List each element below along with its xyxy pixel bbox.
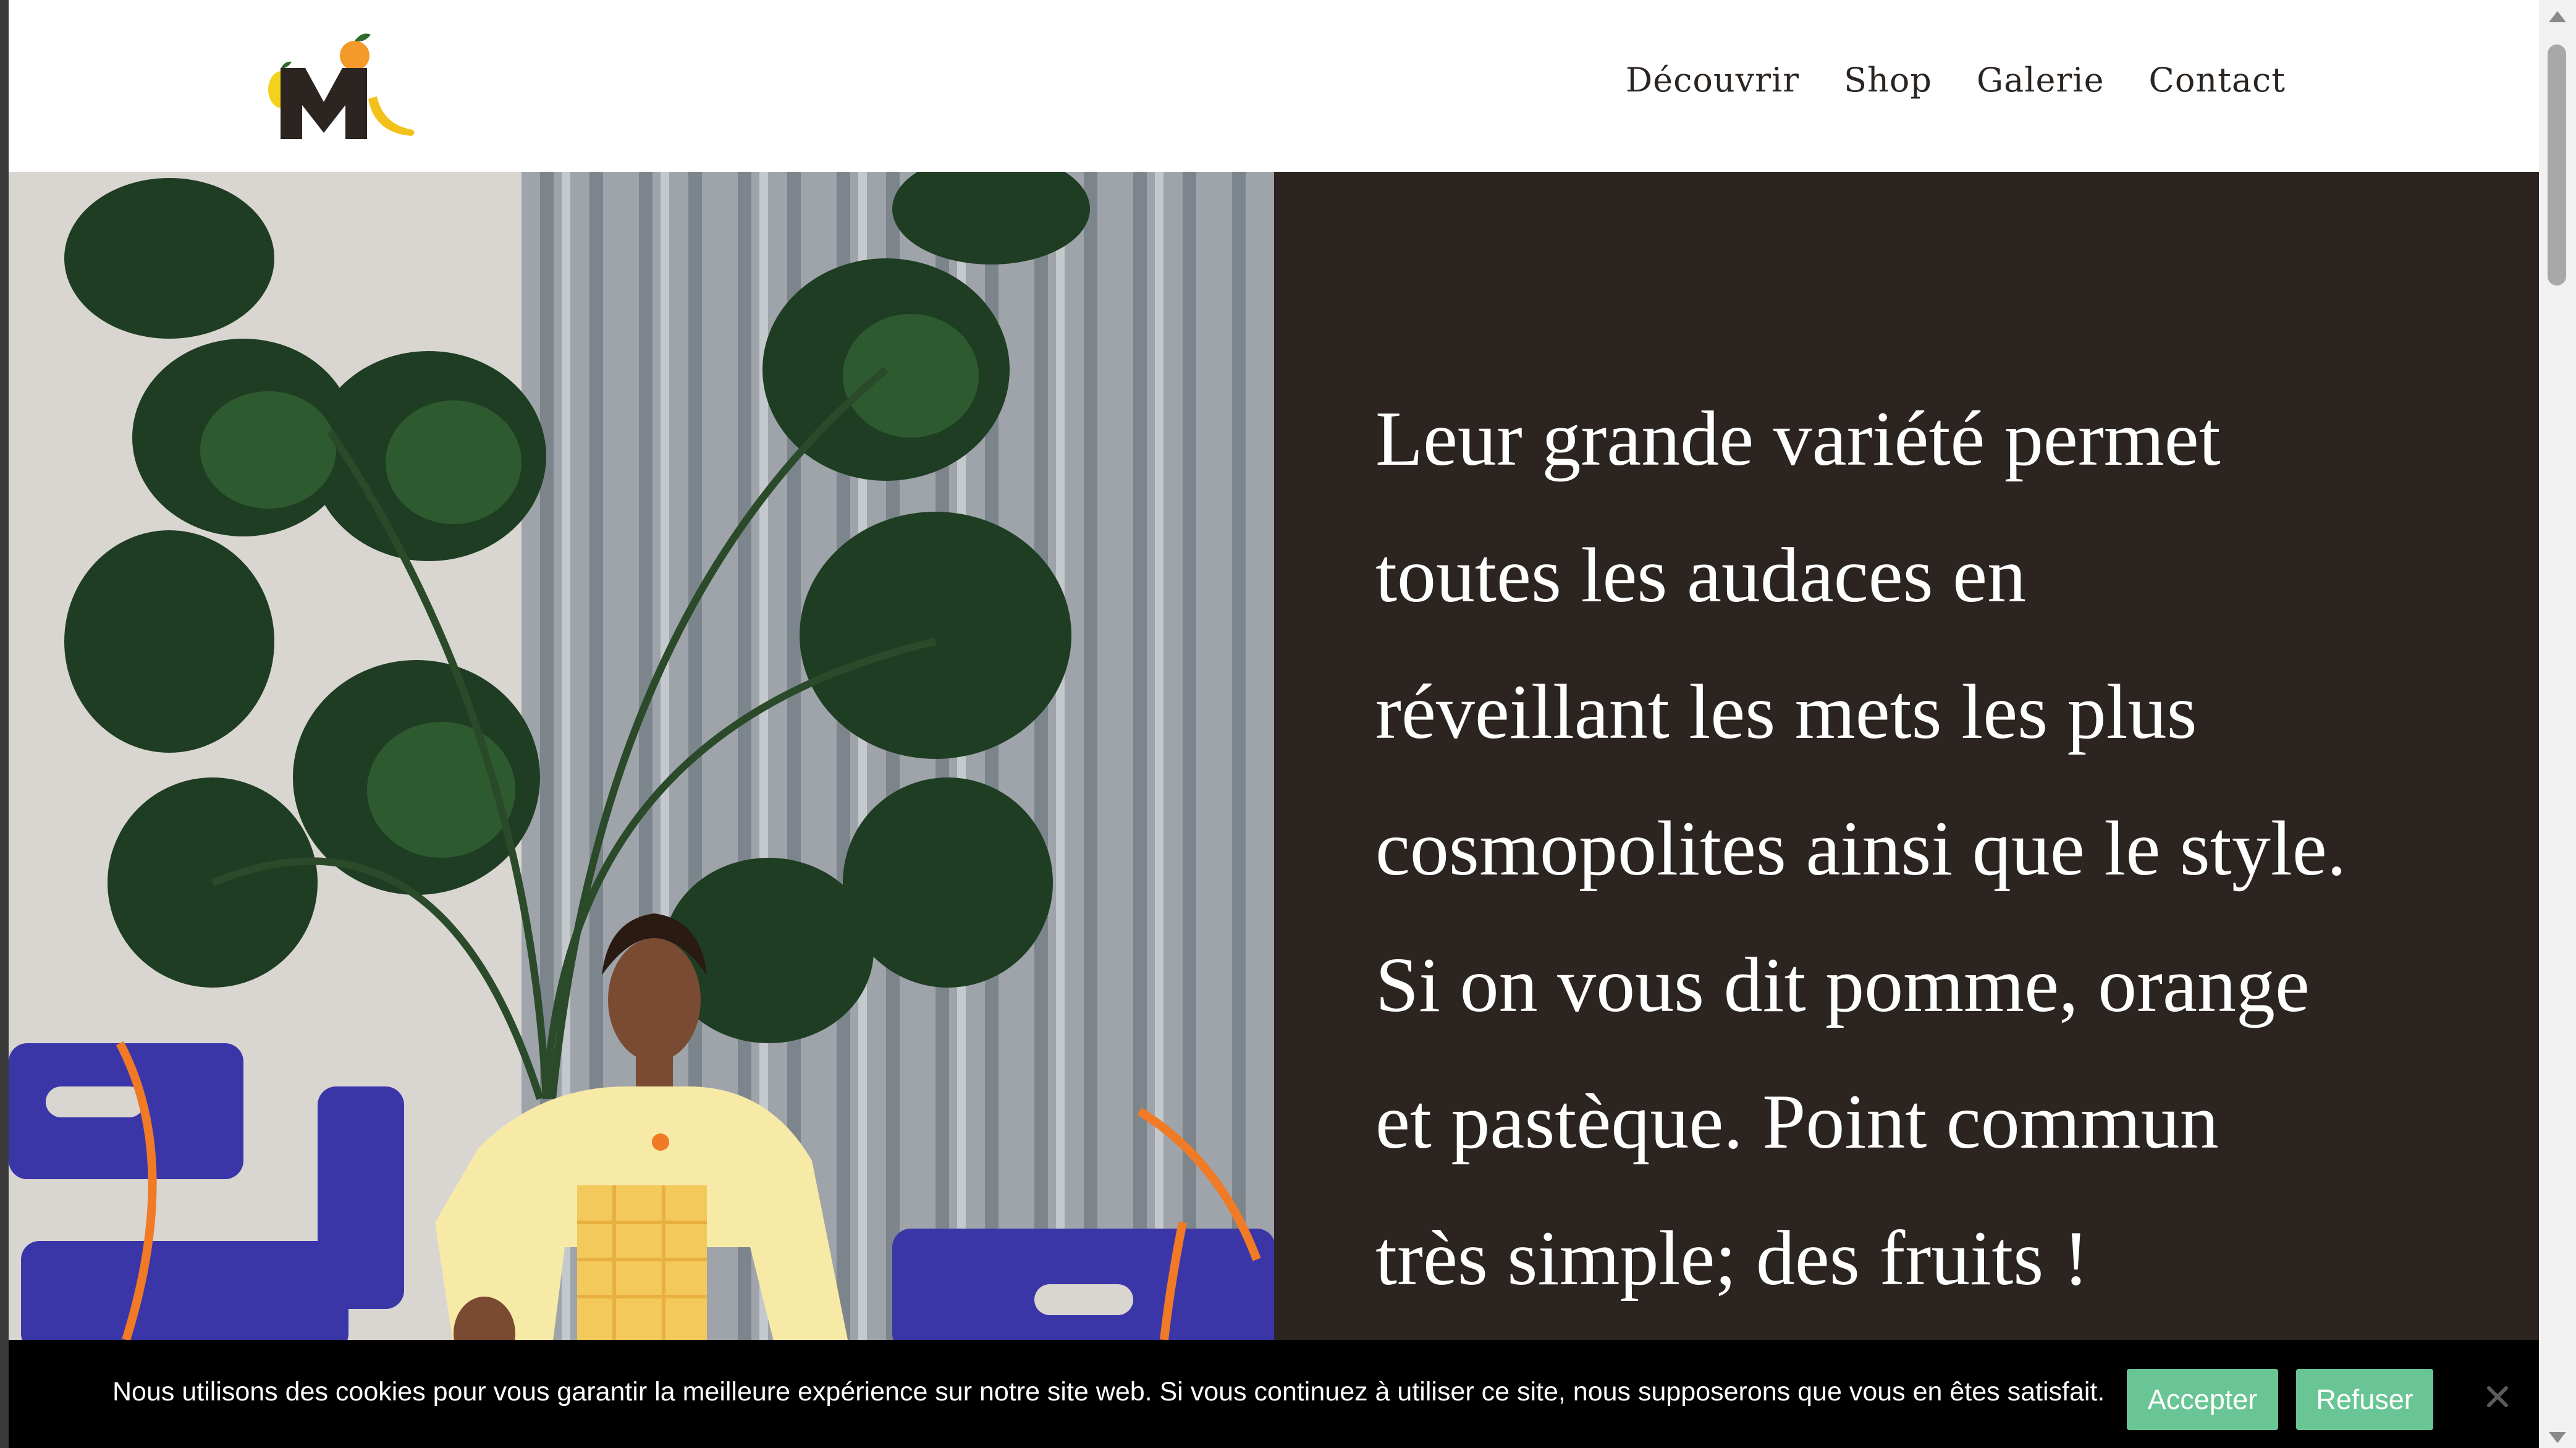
logo-fruits-icon xyxy=(268,33,415,139)
scroll-up-arrow-icon[interactable] xyxy=(2549,11,2566,22)
nav-decouvrir[interactable]: Découvrir xyxy=(1626,61,1799,99)
hero-photo-illustration xyxy=(9,172,1274,1340)
scroll-thumb[interactable] xyxy=(2548,44,2566,286)
hero-line: très simple; des fruits ! xyxy=(1375,1216,2089,1302)
cookie-message: Nous utilisons des cookies pour vous gar… xyxy=(112,1377,2105,1407)
site-logo[interactable] xyxy=(262,25,423,148)
scroll-down-arrow-icon[interactable] xyxy=(2549,1432,2566,1443)
hero-line: et pastèque. Point commun xyxy=(1375,1079,2219,1165)
hero-line: cosmopolites ainsi que le style. xyxy=(1375,806,2347,892)
refuse-cookies-button[interactable]: Refuser xyxy=(2296,1369,2433,1430)
hero-photo xyxy=(9,172,1274,1340)
nav-shop[interactable]: Shop xyxy=(1844,61,1932,99)
hero-line: toutes les audaces en xyxy=(1375,533,2027,619)
cookie-banner: Nous utilisons des cookies pour vous gar… xyxy=(9,1340,2539,1448)
browser-viewport: Découvrir Shop Galerie Contact Leur gran… xyxy=(9,0,2539,1448)
nav-galerie[interactable]: Galerie xyxy=(1977,61,2105,99)
page-scrollbar[interactable] xyxy=(2539,0,2576,1448)
nav-contact[interactable]: Contact xyxy=(2149,61,2286,99)
hero-line: Leur grande variété permet xyxy=(1375,396,2221,482)
hero-quote: Leur grande variété permet toutes les au… xyxy=(1375,371,2463,1327)
hero-line: réveillant les mets les plus xyxy=(1375,669,2197,755)
hero-line: Si on vous dit pomme, orange xyxy=(1375,942,2310,1028)
main-nav: Découvrir Shop Galerie Contact xyxy=(1626,61,2286,99)
close-icon[interactable] xyxy=(2479,1378,2516,1415)
accept-cookies-button[interactable]: Accepter xyxy=(2127,1369,2278,1430)
site-header: Découvrir Shop Galerie Contact xyxy=(9,0,2539,172)
